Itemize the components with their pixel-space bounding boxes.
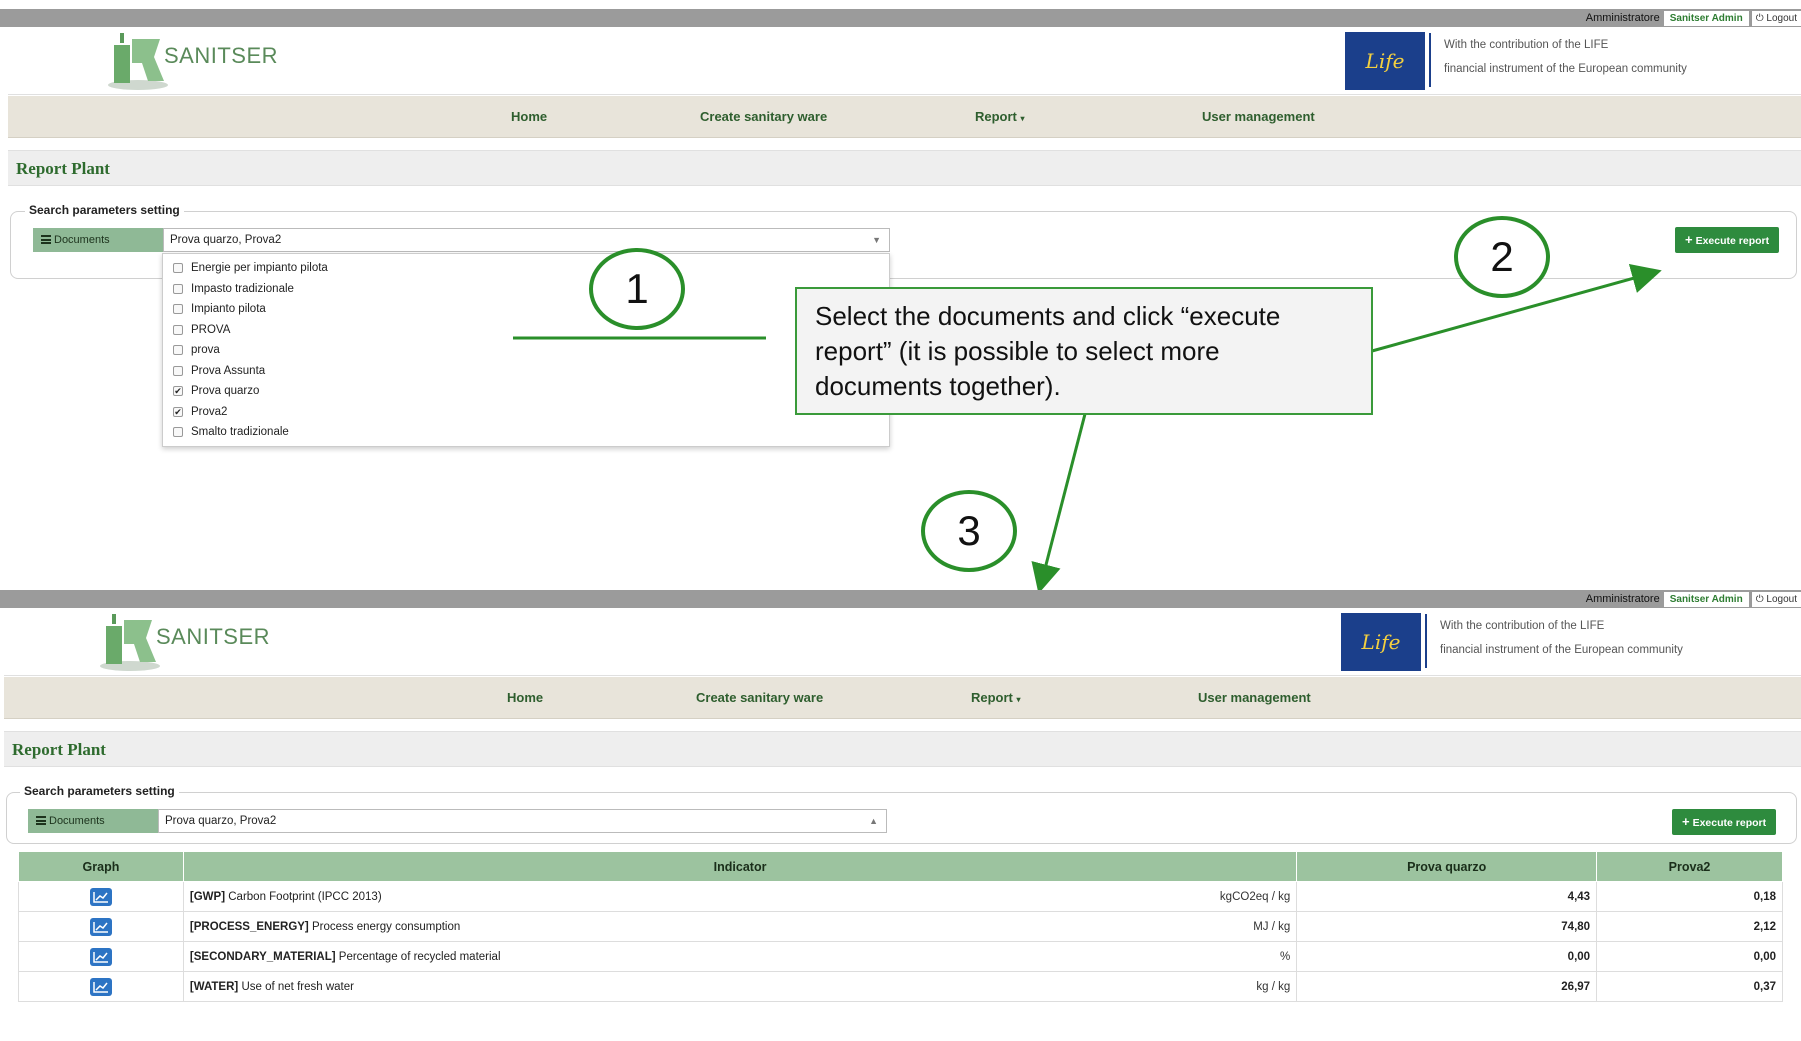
documents-select-value-2: Prova quarzo, Prova2 bbox=[165, 815, 277, 827]
th-graph: Graph bbox=[18, 851, 184, 882]
nav-report[interactable]: Report ▾ bbox=[971, 677, 1021, 719]
value-prova2: 0,18 bbox=[1596, 881, 1783, 912]
caret-down-icon: ▾ bbox=[1016, 695, 1021, 704]
nav-report-label: Report bbox=[971, 690, 1013, 705]
logo-text-2[interactable]: SANITSER bbox=[156, 624, 270, 650]
indicator-code: [PROCESS_ENERGY] bbox=[189, 920, 309, 933]
table-header-row: Graph Indicator Prova quarzo Prova2 bbox=[18, 851, 1783, 882]
value-prova-quarzo: 26,97 bbox=[1296, 971, 1598, 1002]
graph-cell bbox=[18, 911, 184, 942]
chart-icon[interactable] bbox=[89, 887, 112, 906]
nav-home[interactable]: Home bbox=[507, 677, 543, 719]
value-prova-quarzo: 0,00 bbox=[1296, 941, 1598, 972]
th-indicator: Indicator bbox=[182, 851, 1298, 882]
nav-create-sanitary-ware[interactable]: Create sanitary ware bbox=[696, 677, 823, 719]
indicator-unit: kgCO2eq / kg bbox=[1219, 890, 1291, 903]
indicator-name: Percentage of recycled material bbox=[338, 950, 501, 963]
indicator-cell: [GWP] Carbon Footprint (IPCC 2013) kgCO2e… bbox=[182, 881, 1298, 912]
indicator-name: Carbon Footprint (IPCC 2013) bbox=[228, 890, 382, 903]
page-title-2: Report Plant bbox=[12, 740, 106, 759]
user-name-link-2[interactable]: Sanitser Admin bbox=[1663, 591, 1749, 607]
table-row: [PROCESS_ENERGY] Process energy consumpt… bbox=[18, 911, 1783, 942]
indicator-name: Use of net fresh water bbox=[241, 980, 354, 993]
execute-report-button-2[interactable]: + Execute report bbox=[1672, 809, 1777, 835]
search-params-legend-2: Search parameters setting bbox=[20, 784, 179, 798]
list-icon bbox=[36, 816, 46, 825]
results-table: Graph Indicator Prova quarzo Prova2 [GWP… bbox=[18, 851, 1783, 1002]
life-line-2: financial instrument of the European com… bbox=[1440, 644, 1683, 656]
instruction-callout: Select the documents and click “execute … bbox=[795, 287, 1373, 415]
step-1-marker: 1 bbox=[589, 248, 685, 330]
site-header-2: SANITSER Life With the contribution of t… bbox=[4, 608, 1801, 676]
top-user-bar-2: Amministratore Sanitser Admin ⏻ Logout bbox=[0, 590, 1801, 608]
user-area-2: Amministratore Sanitser Admin ⏻ Logout bbox=[1582, 590, 1801, 608]
chart-icon[interactable] bbox=[89, 947, 112, 966]
user-role-2: Amministratore bbox=[1585, 593, 1660, 605]
plus-icon: + bbox=[1682, 814, 1690, 829]
caret-up-icon: ▲ bbox=[869, 816, 878, 826]
step-3-marker: 3 bbox=[921, 490, 1017, 572]
documents-select-2[interactable]: Prova quarzo, Prova2 ▲ bbox=[158, 809, 887, 833]
annotation-arrow-3 bbox=[1031, 413, 1087, 594]
value-prova-quarzo: 4,43 bbox=[1296, 881, 1598, 912]
indicator-cell: [WATER] Use of net fresh water kg / kg bbox=[182, 971, 1298, 1002]
indicator-cell: [SECONDARY_MATERIAL] Percentage of recyc… bbox=[182, 941, 1298, 972]
execute-report-label-2: Execute report bbox=[1692, 817, 1767, 829]
eu-life-logo-icon: Life bbox=[1341, 613, 1421, 671]
th-prova-quarzo: Prova quarzo bbox=[1296, 851, 1598, 882]
step-2-marker: 2 bbox=[1454, 216, 1550, 298]
table-row: [WATER] Use of net fresh water kg / kg 26… bbox=[18, 971, 1783, 1002]
table-row: [SECONDARY_MATERIAL] Percentage of recyc… bbox=[18, 941, 1783, 972]
logout-label-2: Logout bbox=[1766, 593, 1797, 605]
value-prova2: 2,12 bbox=[1596, 911, 1783, 942]
graph-cell bbox=[18, 881, 184, 912]
table-row: [GWP] Carbon Footprint (IPCC 2013) kgCO2e… bbox=[18, 881, 1783, 912]
value-prova2: 0,37 bbox=[1596, 971, 1783, 1002]
logout-button-2[interactable]: ⏻ Logout bbox=[1750, 591, 1801, 607]
indicator-cell: [PROCESS_ENERGY] Process energy consumpt… bbox=[182, 911, 1298, 942]
th-prova2: Prova2 bbox=[1596, 851, 1783, 882]
indicator-unit: % bbox=[1280, 950, 1291, 963]
nav-user-management[interactable]: User management bbox=[1198, 677, 1311, 719]
graph-cell bbox=[18, 971, 184, 1002]
life-logo-text-2: Life bbox=[1361, 630, 1401, 654]
main-nav-2: Home Create sanitary ware Report ▾ User … bbox=[4, 677, 1801, 719]
page-title-bar-2: Report Plant bbox=[4, 731, 1801, 767]
documents-label-text-2: Documents bbox=[49, 815, 105, 827]
graph-cell bbox=[18, 941, 184, 972]
indicator-code: [GWP] bbox=[189, 890, 226, 903]
value-prova2: 0,00 bbox=[1596, 941, 1783, 972]
documents-label-2: Documents bbox=[28, 809, 158, 833]
indicator-code: [WATER] bbox=[189, 980, 239, 993]
value-prova-quarzo: 74,80 bbox=[1296, 911, 1598, 942]
life-contribution-text-2: With the contribution of the LIFE financ… bbox=[1440, 614, 1683, 662]
life-line-1: With the contribution of the LIFE bbox=[1440, 620, 1605, 632]
indicator-code: [SECONDARY_MATERIAL] bbox=[189, 950, 336, 963]
chart-icon[interactable] bbox=[89, 917, 112, 936]
life-separator-2 bbox=[1425, 614, 1427, 668]
indicator-name: Process energy consumption bbox=[311, 920, 461, 933]
chart-icon[interactable] bbox=[89, 977, 112, 996]
indicator-unit: MJ / kg bbox=[1253, 920, 1291, 933]
indicator-unit: kg / kg bbox=[1256, 980, 1291, 993]
